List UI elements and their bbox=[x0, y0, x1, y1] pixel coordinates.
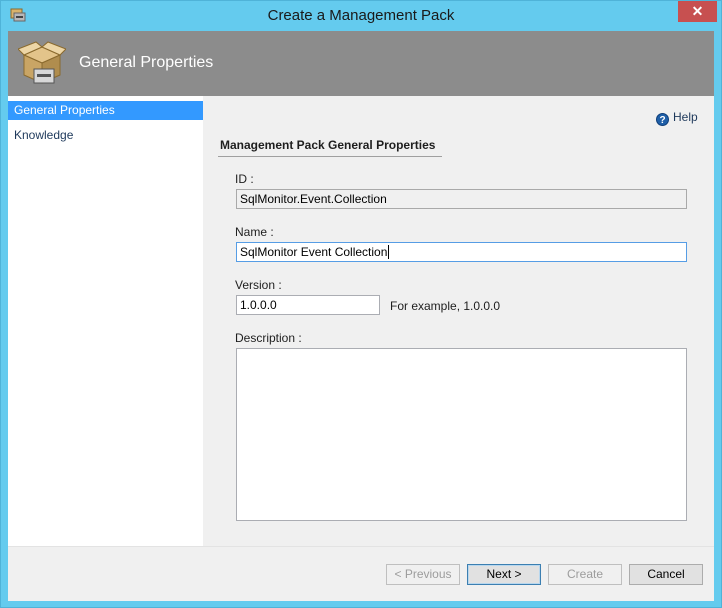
name-value: SqlMonitor Event Collection bbox=[240, 245, 388, 259]
next-button[interactable]: Next > bbox=[467, 564, 541, 585]
version-label: Version : bbox=[235, 278, 282, 292]
close-button[interactable]: ✕ bbox=[678, 1, 717, 22]
text-caret: ​ bbox=[388, 245, 390, 259]
version-hint: For example, 1.0.0.0 bbox=[390, 299, 501, 313]
package-box-icon bbox=[18, 41, 66, 84]
close-icon: ✕ bbox=[691, 3, 704, 19]
header-banner: General Properties bbox=[8, 31, 714, 96]
footer-divider bbox=[8, 546, 714, 547]
banner-title: General Properties bbox=[79, 54, 214, 71]
create-button[interactable]: Create bbox=[548, 564, 622, 585]
id-label: ID : bbox=[235, 172, 254, 186]
nav-item-general-properties[interactable]: General Properties bbox=[8, 101, 203, 120]
section-title: Management Pack General Properties bbox=[220, 138, 436, 152]
cancel-button[interactable]: Cancel bbox=[629, 564, 703, 585]
description-field[interactable] bbox=[236, 348, 687, 521]
section-divider bbox=[218, 156, 442, 157]
name-label: Name : bbox=[235, 225, 274, 239]
title-bar[interactable]: Create a Management Pack ✕ bbox=[1, 1, 721, 31]
help-link[interactable]: ? Help bbox=[656, 110, 698, 126]
help-icon: ? bbox=[656, 113, 669, 126]
version-field[interactable]: 1.0.0.0 bbox=[236, 295, 380, 315]
wizard-body: General Properties Knowledge ? Help Manag… bbox=[8, 96, 714, 601]
description-label: Description : bbox=[235, 331, 302, 345]
previous-button[interactable]: < Previous bbox=[386, 564, 460, 585]
nav-item-knowledge[interactable]: Knowledge bbox=[8, 126, 203, 145]
window-title: Create a Management Pack bbox=[267, 7, 455, 24]
name-field[interactable]: SqlMonitor Event Collection​ bbox=[236, 242, 687, 262]
id-field[interactable]: SqlMonitor.Event.Collection bbox=[236, 189, 687, 209]
help-label: Help bbox=[673, 110, 698, 124]
wizard-step-list: General Properties Knowledge bbox=[8, 96, 203, 546]
wizard-window: Create a Management Pack ✕ General Prope… bbox=[0, 0, 722, 608]
